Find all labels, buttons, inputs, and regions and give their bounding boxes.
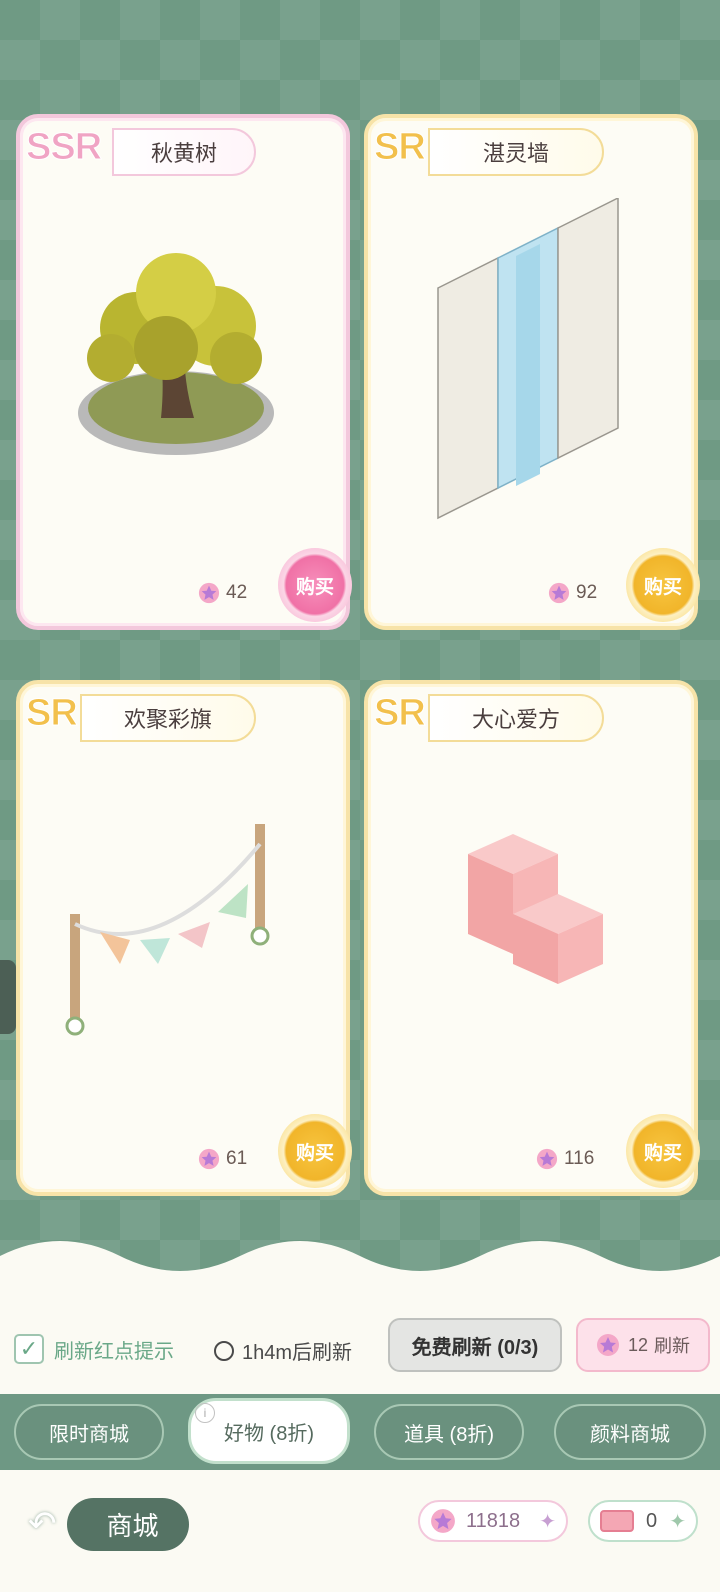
currency-ticket-value: 0 (646, 1509, 658, 1532)
item-card-autumn-tree[interactable]: SSR 秋黄树 42 购买 (16, 114, 352, 630)
buy-button[interactable]: 购买 (626, 1114, 700, 1188)
heart-blocks-image (468, 834, 603, 984)
item-card-party-flags[interactable]: SR 欢聚彩旗 61 购买 (16, 680, 352, 1196)
tab-paint-shop[interactable]: 颜料商城 (554, 1404, 706, 1460)
category-tabs: 限时商城 好物 (8折) i 道具 (8折) 颜料商城 (0, 1394, 720, 1470)
star-gem-icon (198, 582, 220, 604)
tab-limited-shop[interactable]: 限时商城 (14, 1404, 164, 1460)
add-star-gem-icon[interactable]: ✦ (539, 1509, 556, 1534)
back-arrow-icon: ↶ (28, 1505, 57, 1543)
back-button[interactable]: ↶ 商城 (28, 1496, 228, 1552)
side-drawer-handle[interactable] (0, 960, 16, 1034)
item-card-spirit-wall[interactable]: SR 湛灵墙 92 购买 (364, 114, 700, 630)
add-ticket-icon[interactable]: ✦ (669, 1509, 686, 1534)
currency-star-gem-value: 11818 (466, 1509, 521, 1532)
buy-button[interactable]: 购买 (278, 1114, 352, 1188)
timer-text: 1h4m后刷新 (242, 1342, 353, 1364)
decorative-wave (0, 1241, 720, 1290)
autumn-tree-image (78, 253, 274, 455)
paid-refresh-cost: 12 (627, 1334, 649, 1355)
item-name: 欢聚彩旗 (80, 694, 256, 742)
tab-goods[interactable]: 好物 (8折) i (188, 1398, 350, 1464)
price-value: 42 (226, 582, 248, 603)
page-title: 商城 (66, 1497, 189, 1551)
rarity-badge: SR (374, 126, 427, 169)
item-name: 秋黄树 (112, 128, 256, 176)
buy-button[interactable]: 购买 (278, 548, 352, 622)
price-value: 116 (564, 1148, 595, 1169)
tab-goods-label: 好物 (8折) (224, 1422, 314, 1445)
buy-button[interactable]: 购买 (626, 548, 700, 622)
price: 42 (198, 582, 247, 604)
currency-ticket[interactable]: 0 ✦ (588, 1500, 698, 1542)
reddot-label: 刷新红点提示 (54, 1340, 174, 1363)
price: 116 (536, 1148, 594, 1170)
star-gem-icon (536, 1148, 558, 1170)
spirit-wall-image (437, 198, 619, 520)
star-gem-icon (431, 1509, 455, 1533)
clock-icon (214, 1340, 234, 1361)
rarity-badge: SR (26, 692, 79, 735)
price: 61 (198, 1148, 247, 1170)
price-value: 61 (226, 1148, 248, 1169)
star-gem-icon (548, 582, 570, 604)
checkbox-icon[interactable]: ✓ (14, 1334, 44, 1364)
reddot-toggle[interactable]: ✓ 刷新红点提示 (14, 1334, 174, 1364)
free-refresh-button[interactable]: 免费刷新 (0/3) (388, 1318, 562, 1372)
paid-refresh-button[interactable]: 12 刷新 (576, 1318, 710, 1372)
item-card-heart-blocks[interactable]: SR 大心爱方 116 购买 (364, 680, 700, 1196)
item-name: 湛灵墙 (428, 128, 604, 176)
price: 92 (548, 582, 597, 604)
price-value: 92 (576, 582, 598, 603)
rarity-badge: SSR (25, 126, 102, 169)
paid-refresh-label: 刷新 (654, 1336, 691, 1356)
info-icon: i (195, 1403, 215, 1423)
currency-star-gem[interactable]: 11818 ✦ (418, 1500, 568, 1542)
rarity-badge: SR (374, 692, 427, 735)
ticket-icon (600, 1510, 634, 1532)
party-flags-image (65, 824, 270, 1036)
item-name: 大心爱方 (428, 694, 604, 742)
star-gem-icon (198, 1148, 220, 1170)
refresh-timer: 1h4m后刷新 (214, 1336, 352, 1365)
star-gem-icon (596, 1334, 619, 1356)
tab-items[interactable]: 道具 (8折) (374, 1404, 524, 1460)
